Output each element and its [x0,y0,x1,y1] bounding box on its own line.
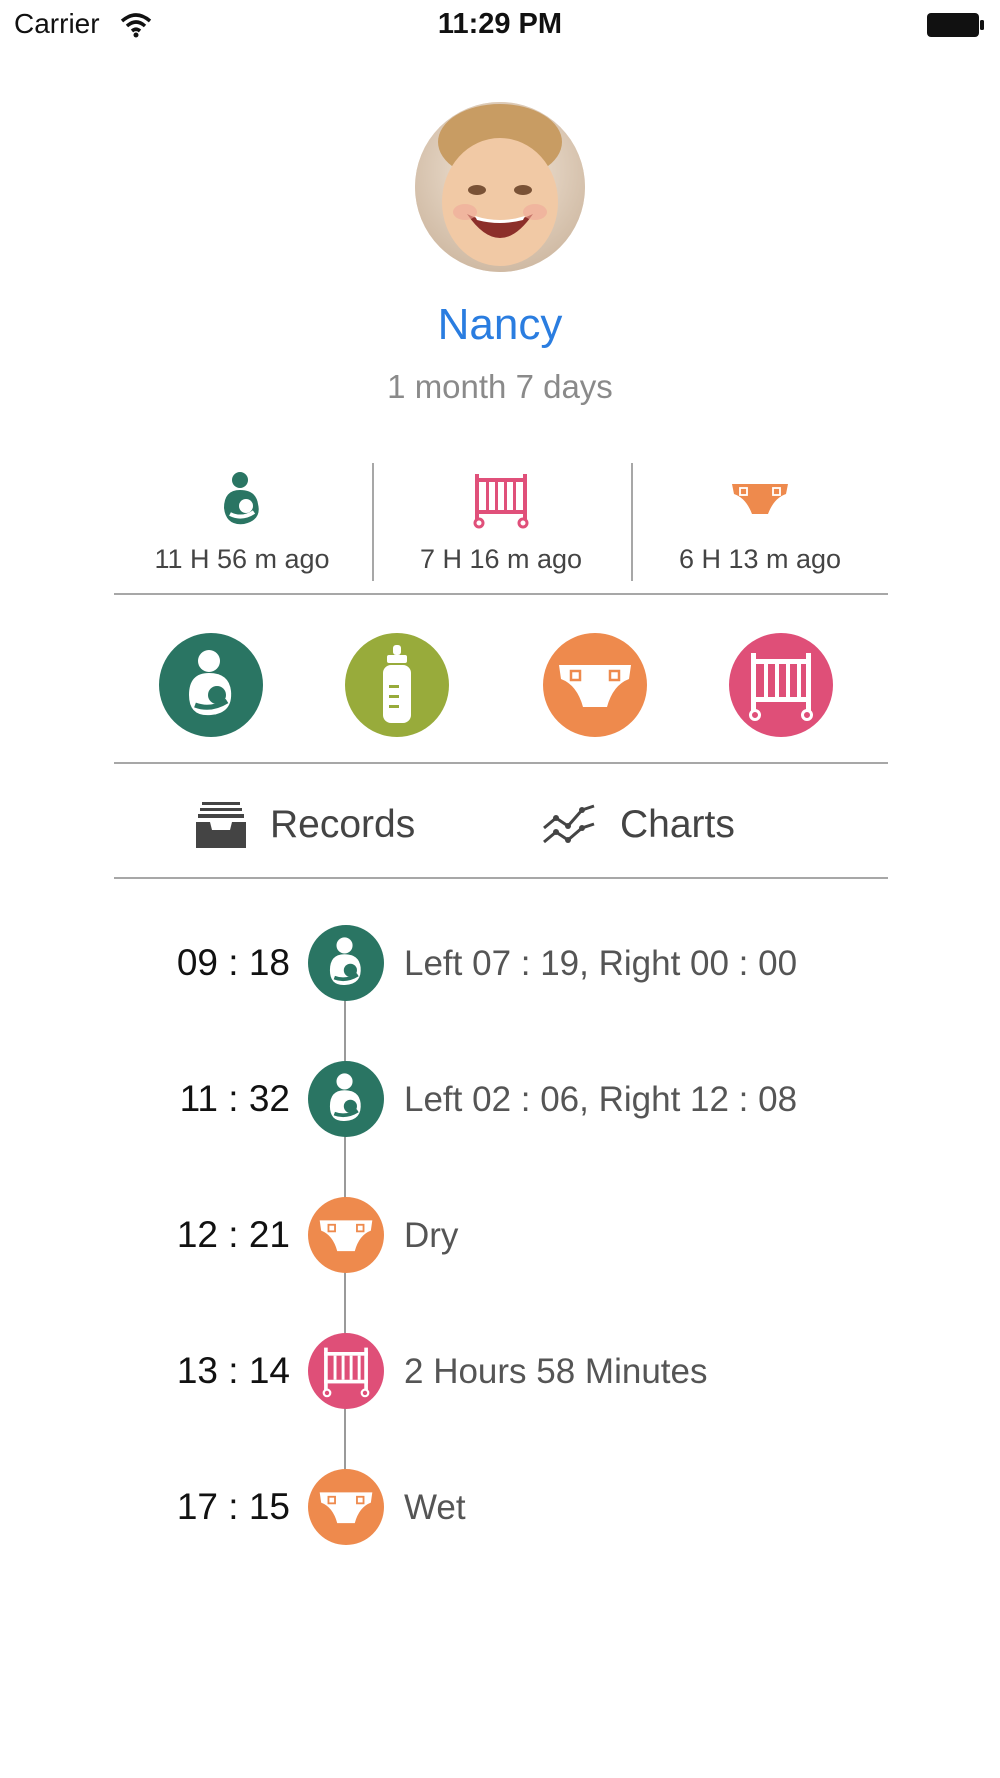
record-time: 17 : 15 [176,1486,290,1527]
add-sleep-button[interactable] [729,633,833,737]
record-description: Left 02 : 06, Right 12 : 08 [404,1080,798,1119]
add-breastfeeding-button[interactable] [159,633,263,737]
last-sleep-summary[interactable]: 7 H 16 m ago [371,470,631,575]
record-row[interactable] [308,1197,384,1273]
record-row[interactable] [308,1333,384,1409]
record-time: 12 : 21 [176,1214,290,1255]
tab-records[interactable]: Records [196,795,415,855]
bottle-icon [383,645,411,723]
record-row[interactable] [308,1469,384,1545]
baby-avatar[interactable] [415,102,585,272]
divider [114,762,888,764]
line-chart-icon [543,804,595,844]
crib-icon [749,653,813,721]
record-row[interactable] [308,1061,384,1137]
diaper-icon [319,1492,373,1524]
breastfeeding-icon [224,472,259,525]
record-description: Wet [404,1488,466,1527]
record-description: 2 Hours 58 Minutes [404,1352,708,1391]
last-diaper-text: 6 H 13 m ago [678,544,842,574]
add-bottle-button[interactable] [345,633,449,737]
record-description: Dry [404,1216,459,1255]
status-time: 11:29 PM [437,8,563,40]
last-diaper-summary[interactable]: 6 H 13 m ago [630,470,890,575]
record-description: Left 07 : 19, Right 00 : 00 [404,944,798,983]
diaper-icon [559,665,631,707]
baby-name[interactable]: Nancy [0,300,1000,350]
breastfeeding-icon [329,1073,361,1122]
diaper-icon [732,484,788,514]
tab-charts[interactable]: Charts [542,795,735,855]
battery-icon [927,13,984,37]
record-time: 11 : 32 [179,1078,290,1119]
breastfeeding-icon [329,937,361,986]
tab-charts-label: Charts [620,803,735,846]
last-feeding-text: 11 H 56 m ago [154,544,330,574]
record-time: 13 : 14 [176,1350,290,1391]
add-diaper-button[interactable] [543,633,647,737]
last-sleep-text: 7 H 16 m ago [419,544,583,574]
archive-icon [196,802,246,848]
baby-photo [415,102,585,272]
divider [114,877,888,879]
baby-age: 1 month 7 days [387,368,613,405]
record-row[interactable] [308,925,384,1001]
record-time: 09 : 18 [176,942,290,983]
last-feeding-summary[interactable]: 11 H 56 m ago [112,470,372,575]
crib-icon [473,474,529,529]
breastfeeding-icon [189,650,232,716]
divider [114,593,888,595]
tab-records-label: Records [270,803,416,846]
crib-icon [322,1347,370,1398]
diaper-icon [319,1220,373,1252]
